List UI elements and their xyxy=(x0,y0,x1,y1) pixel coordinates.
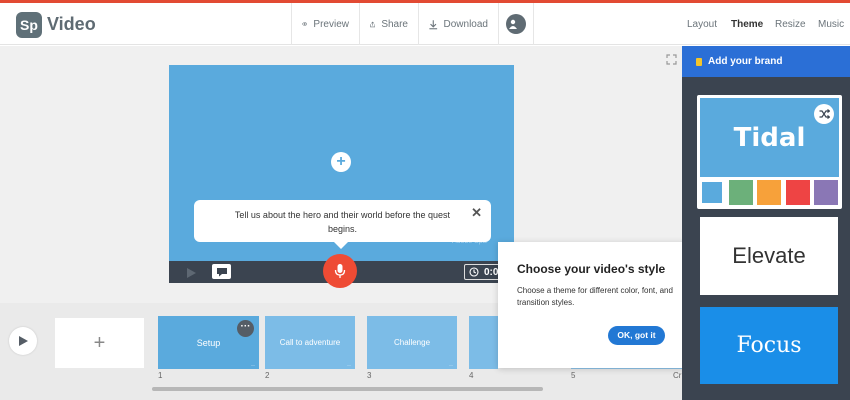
slide-thumbnail[interactable] xyxy=(469,316,498,369)
thumbnail-watermark: — xyxy=(347,362,351,367)
theme-elevate[interactable]: Elevate xyxy=(700,217,838,295)
account-button[interactable] xyxy=(498,3,534,45)
fullscreen-icon[interactable] xyxy=(666,52,677,70)
slide-title: Challenge xyxy=(393,338,431,347)
brand-label: Add your brand xyxy=(708,56,783,67)
nav-resize[interactable]: Resize xyxy=(775,19,806,30)
app-title: Video xyxy=(47,14,96,34)
share-icon xyxy=(370,21,376,27)
shuffle-icon[interactable] xyxy=(814,104,834,124)
download-label: Download xyxy=(443,18,488,30)
clock-icon xyxy=(469,267,479,277)
slide-title: Setup xyxy=(196,337,221,348)
slide-number: 2 xyxy=(265,371,270,380)
slide-thumbnail[interactable]: Call to adventure — xyxy=(265,316,355,369)
ok-got-it-button[interactable]: OK, got it xyxy=(608,326,665,345)
nav-theme[interactable]: Theme xyxy=(731,19,763,30)
download-button[interactable]: Download xyxy=(418,3,498,45)
share-button[interactable]: Share xyxy=(359,3,418,45)
color-swatch[interactable] xyxy=(729,180,753,205)
timer-value: 0:0 xyxy=(484,266,499,278)
popover-title: Choose your video's style xyxy=(517,262,666,276)
color-swatch[interactable] xyxy=(757,180,781,205)
download-icon xyxy=(429,19,438,29)
thumbnail-watermark: — xyxy=(251,362,255,367)
slide-number: 3 xyxy=(367,371,372,380)
prompt-text: Tell us about the hero and their world b… xyxy=(234,210,451,234)
timeline-scrollbar[interactable] xyxy=(152,387,543,391)
popover-body: Choose a theme for different color, font… xyxy=(517,286,673,307)
caption-button[interactable] xyxy=(212,264,231,279)
slide-number: 4 xyxy=(469,371,474,380)
share-label: Share xyxy=(381,18,408,30)
narration-prompt: Tell us about the hero and their world b… xyxy=(194,200,491,249)
record-button[interactable] xyxy=(323,254,357,288)
slide-number: Cr xyxy=(673,371,682,380)
slide-number: 5 xyxy=(571,371,576,380)
add-brand-button[interactable]: Add your brand xyxy=(682,46,850,77)
nav-layout[interactable]: Layout xyxy=(687,19,717,30)
top-bar: Sp Video Preview Share Download Layout T… xyxy=(0,3,850,45)
add-content-button[interactable]: + xyxy=(331,152,351,172)
eye-icon xyxy=(302,22,308,26)
theme-focus[interactable]: Focus xyxy=(700,307,838,384)
color-swatch[interactable] xyxy=(814,180,838,205)
user-icon xyxy=(509,19,517,29)
slide-thumbnail[interactable]: Challenge — xyxy=(367,316,457,369)
theme-tip-popover: Choose your video's style Choose a theme… xyxy=(498,242,693,368)
microphone-icon xyxy=(334,264,346,278)
app-logo[interactable]: Sp xyxy=(16,12,42,38)
more-options-icon[interactable]: ··· xyxy=(237,320,254,337)
play-icon xyxy=(18,336,28,346)
color-swatch[interactable] xyxy=(786,180,810,205)
preview-label: Preview xyxy=(313,18,349,30)
play-icon[interactable] xyxy=(186,266,197,284)
avatar xyxy=(506,14,526,34)
add-slide-button[interactable]: + xyxy=(55,318,144,368)
close-icon[interactable]: ✕ xyxy=(471,206,482,220)
brand-badge-icon xyxy=(696,57,702,66)
preview-button[interactable]: Preview xyxy=(291,3,359,45)
thumbnail-watermark: — xyxy=(449,362,453,367)
play-all-button[interactable] xyxy=(9,327,37,355)
slide-number: 1 xyxy=(158,371,163,380)
slide-title: Call to adventure xyxy=(279,338,341,347)
nav-music[interactable]: Music xyxy=(818,19,844,30)
caption-icon xyxy=(216,267,227,276)
color-swatch[interactable] xyxy=(700,180,724,205)
